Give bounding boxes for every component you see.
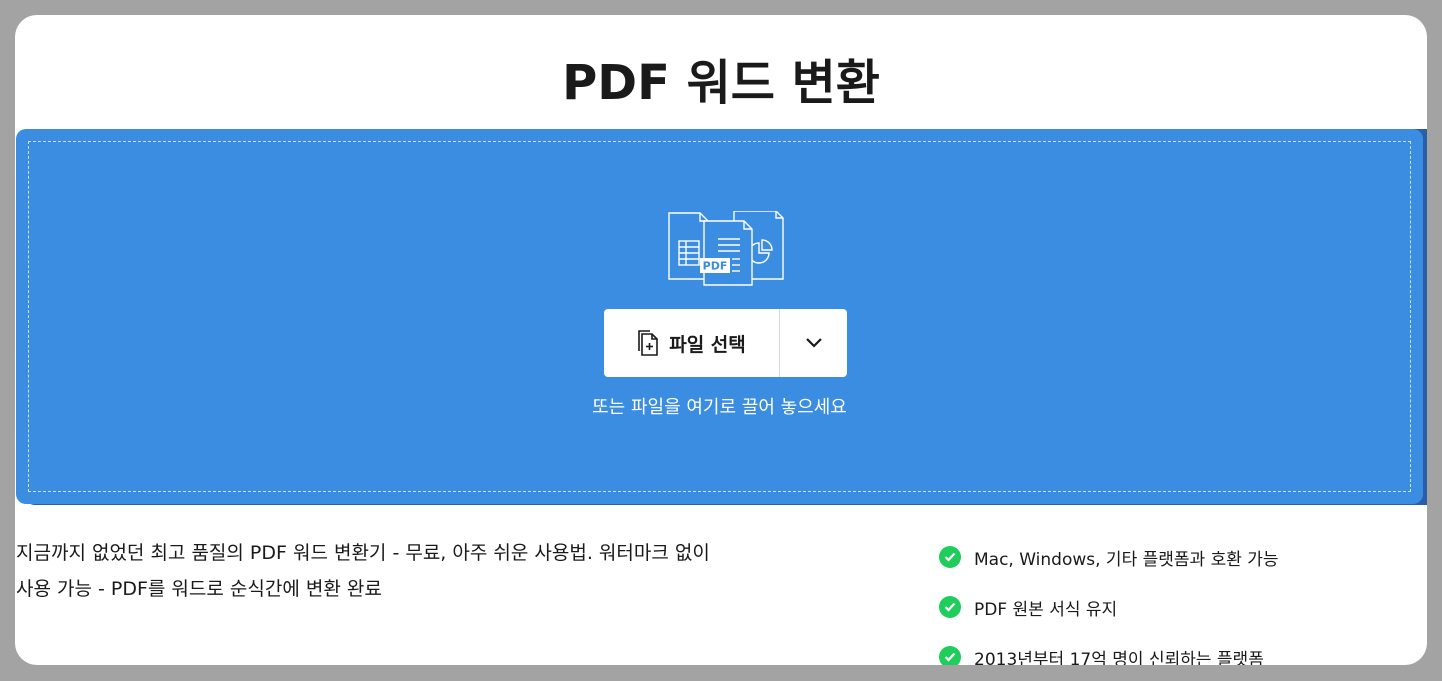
- drop-hint: 또는 파일을 여기로 끌어 놓으세요: [592, 397, 847, 418]
- feature-text: Mac, Windows, 기타 플랫폼과 호환 가능: [974, 549, 1279, 570]
- file-select-button-group: 파일 선택: [604, 309, 847, 377]
- chevron-down-icon: [805, 338, 822, 348]
- feature-list: Mac, Windows, 기타 플랫폼과 호환 가능 PDF 원본 서식 유지…: [939, 532, 1419, 665]
- select-file-label: 파일 선택: [669, 333, 746, 356]
- feature-item: Mac, Windows, 기타 플랫폼과 호환 가능: [939, 532, 1419, 582]
- check-circle-icon: [939, 596, 961, 618]
- feature-item: 2013년부터 17억 명이 신뢰하는 플랫폼: [939, 632, 1419, 665]
- add-file-icon: [638, 330, 659, 356]
- upload-source-dropdown-button[interactable]: [780, 309, 847, 377]
- feature-text: PDF 원본 서식 유지: [974, 599, 1118, 620]
- check-circle-icon: [939, 546, 961, 568]
- documents-icon: PDF: [668, 211, 784, 286]
- description-line-2: 사용 가능 - PDF를 워드로 순식간에 변환 완료: [16, 578, 382, 600]
- svg-text:PDF: PDF: [703, 260, 728, 273]
- check-circle-icon: [939, 646, 961, 665]
- main-card: PDF 워드 변환 PDF 파일 선택 또는 파일을 여기로 끌어 놓으세요 지…: [15, 15, 1427, 665]
- feature-item: PDF 원본 서식 유지: [939, 582, 1419, 632]
- page-title: PDF 워드 변환: [562, 55, 880, 111]
- description-line-1: 지금까지 없었던 최고 품질의 PDF 워드 변환기 - 무료, 아주 쉬운 사…: [16, 542, 710, 564]
- description: 지금까지 없었던 최고 품질의 PDF 워드 변환기 - 무료, 아주 쉬운 사…: [16, 535, 816, 607]
- file-dropzone[interactable]: PDF 파일 선택 또는 파일을 여기로 끌어 놓으세요: [16, 129, 1423, 504]
- select-file-button[interactable]: 파일 선택: [604, 309, 779, 377]
- feature-text: 2013년부터 17억 명이 신뢰하는 플랫폼: [974, 649, 1264, 666]
